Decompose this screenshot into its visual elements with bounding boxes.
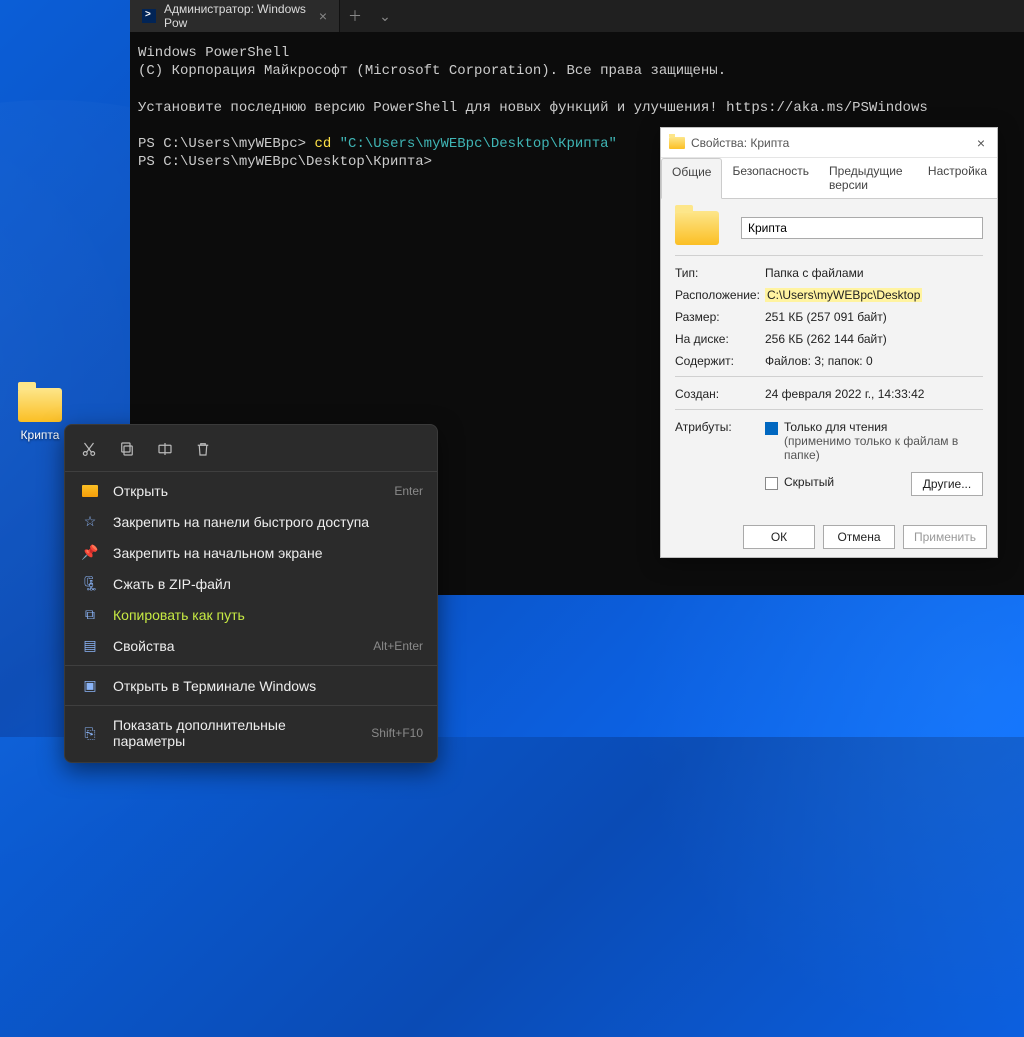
tab-customize[interactable]: Настройка bbox=[918, 158, 997, 198]
close-tab-icon[interactable]: × bbox=[319, 8, 327, 24]
cut-icon[interactable] bbox=[79, 439, 99, 459]
ctx-pin-start[interactable]: 📌 Закрепить на начальном экране bbox=[65, 537, 437, 568]
terminal-tab[interactable]: Администратор: Windows Pow × bbox=[130, 0, 340, 32]
star-icon: ☆ bbox=[84, 513, 97, 530]
delete-icon[interactable] bbox=[193, 439, 213, 459]
folder-name-input[interactable] bbox=[741, 217, 983, 239]
ctx-open[interactable]: Открыть Enter bbox=[65, 476, 437, 506]
location-value: C:\Users\myWEBpc\Desktop bbox=[765, 288, 922, 302]
folder-open-icon bbox=[82, 485, 98, 497]
ok-button[interactable]: ОК bbox=[743, 525, 815, 549]
separator bbox=[65, 705, 437, 706]
tab-menu-button[interactable]: ⌄ bbox=[370, 8, 400, 25]
context-toolbar bbox=[65, 431, 437, 467]
props-body: Тип:Папка с файлами Расположение:C:\User… bbox=[661, 199, 997, 516]
ctx-copy-path[interactable]: ⧉ Копировать как путь bbox=[65, 599, 437, 630]
props-title-text: Свойства: Крипта bbox=[691, 136, 973, 150]
rename-icon[interactable] bbox=[155, 439, 175, 459]
checkbox-icon bbox=[765, 477, 778, 490]
readonly-checkbox-row[interactable]: Только для чтения (применимо только к фа… bbox=[765, 420, 983, 462]
zip-icon: 🗜 bbox=[81, 575, 99, 592]
hidden-label: Скрытый bbox=[784, 475, 834, 489]
checkbox-icon bbox=[765, 422, 778, 435]
ps-line1: Windows PowerShell bbox=[138, 45, 289, 61]
properties-dialog: Свойства: Крипта × Общие Безопасность Пр… bbox=[660, 127, 998, 558]
apply-button[interactable]: Применить bbox=[903, 525, 987, 549]
ctx-more[interactable]: ⎘ Показать дополнительные параметры Shif… bbox=[65, 710, 437, 756]
props-titlebar[interactable]: Свойства: Крипта × bbox=[661, 128, 997, 158]
disk-value: 256 КБ (262 144 байт) bbox=[765, 332, 983, 346]
terminal-icon: ▣ bbox=[83, 677, 96, 694]
separator bbox=[65, 665, 437, 666]
ps-cmd: cd bbox=[314, 136, 331, 152]
ctx-pin-quick[interactable]: ☆ Закрепить на панели быстрого доступа bbox=[65, 506, 437, 537]
ps-line2: (C) Корпорация Майкрософт (Microsoft Cor… bbox=[138, 63, 726, 79]
new-tab-button[interactable]: ＋ bbox=[340, 6, 370, 26]
copy-path-icon: ⧉ bbox=[85, 606, 95, 623]
tab-general[interactable]: Общие bbox=[661, 158, 722, 199]
ps-link[interactable]: https://aka.ms/PSWindows bbox=[726, 100, 928, 116]
ps-prompt1-prefix: PS C:\Users\myWEBpc> bbox=[138, 136, 314, 152]
ps-arg: "C:\Users\myWEBpc\Desktop\Крипта" bbox=[340, 136, 617, 152]
copy-icon[interactable] bbox=[117, 439, 137, 459]
ctx-properties[interactable]: ▤ Свойства Alt+Enter bbox=[65, 630, 437, 661]
other-attrs-button[interactable]: Другие... bbox=[911, 472, 983, 496]
terminal-tab-title: Администратор: Windows Pow bbox=[164, 2, 311, 30]
props-tabs: Общие Безопасность Предыдущие версии Нас… bbox=[661, 158, 997, 199]
ctx-open-terminal[interactable]: ▣ Открыть в Терминале Windows bbox=[65, 670, 437, 701]
ctx-zip[interactable]: 🗜 Сжать в ZIP-файл bbox=[65, 568, 437, 599]
contains-value: Файлов: 3; папок: 0 bbox=[765, 354, 983, 368]
tab-prev-versions[interactable]: Предыдущие версии bbox=[819, 158, 918, 198]
separator bbox=[65, 471, 437, 472]
pin-icon: 📌 bbox=[81, 544, 98, 561]
folder-icon bbox=[18, 388, 62, 422]
terminal-titlebar: Администратор: Windows Pow × ＋ ⌄ bbox=[130, 0, 1024, 32]
readonly-sublabel: (применимо только к файлам в папке) bbox=[784, 434, 983, 462]
desktop-folder-label: Крипта bbox=[21, 428, 60, 442]
close-icon[interactable]: × bbox=[973, 135, 989, 151]
hidden-checkbox-row[interactable]: Скрытый bbox=[765, 475, 834, 490]
cancel-button[interactable]: Отмена bbox=[823, 525, 895, 549]
folder-icon bbox=[669, 137, 685, 149]
created-value: 24 февраля 2022 г., 14:33:42 bbox=[765, 387, 983, 401]
desktop-folder[interactable]: Крипта bbox=[10, 388, 70, 444]
ps-prompt2: PS C:\Users\myWEBpc\Desktop\Крипта> bbox=[138, 154, 432, 170]
ps-line3a: Установите последнюю версию PowerShell д… bbox=[138, 100, 726, 116]
size-value: 251 КБ (257 091 байт) bbox=[765, 310, 983, 324]
type-value: Папка с файлами bbox=[765, 266, 983, 280]
properties-icon: ▤ bbox=[83, 637, 96, 654]
readonly-label: Только для чтения bbox=[784, 420, 983, 434]
more-icon: ⎘ bbox=[84, 725, 95, 742]
powershell-icon bbox=[142, 9, 156, 23]
tab-security[interactable]: Безопасность bbox=[722, 158, 819, 198]
folder-icon bbox=[675, 211, 719, 245]
context-menu: Открыть Enter ☆ Закрепить на панели быст… bbox=[64, 424, 438, 763]
